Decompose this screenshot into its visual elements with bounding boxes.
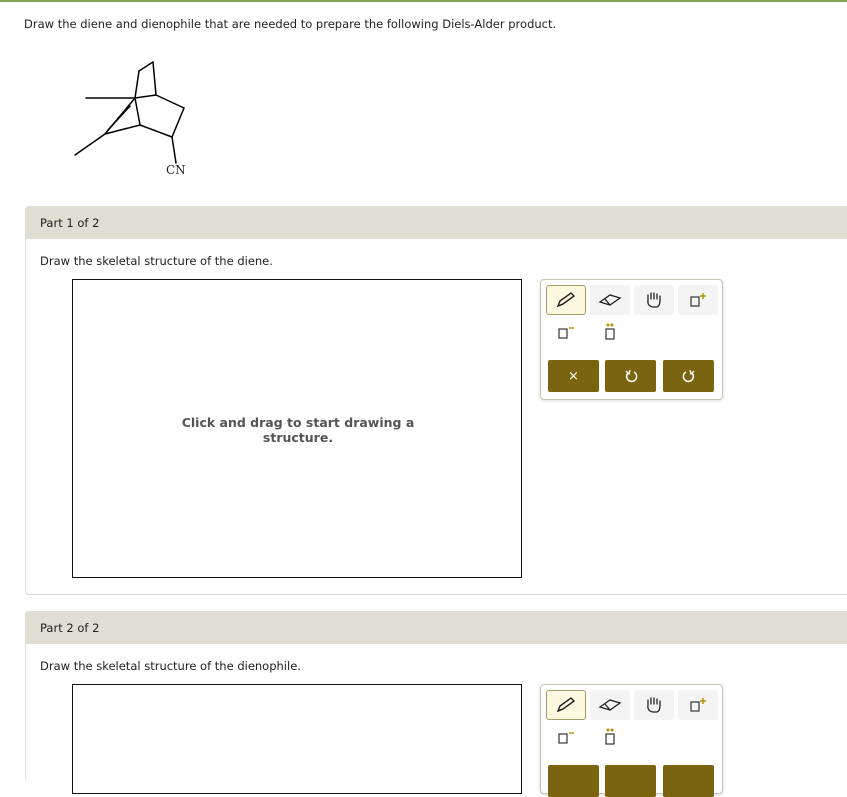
eraser-tool-button[interactable]	[590, 690, 630, 720]
pencil-icon	[556, 292, 576, 308]
part-2-instruction: Draw the skeletal structure of the dieno…	[40, 659, 301, 673]
part-1-header: Part 1 of 2	[26, 207, 847, 239]
part-2-header: Part 2 of 2	[26, 612, 847, 644]
undo-button[interactable]	[605, 360, 656, 392]
redo-button[interactable]	[663, 360, 714, 392]
dienophile-drawing-canvas[interactable]	[72, 684, 522, 794]
part-2-panel: Part 2 of 2 Draw the skeletal structure …	[25, 611, 847, 797]
move-tool-button[interactable]	[634, 285, 674, 315]
product-structure	[74, 61, 185, 164]
charge-minus-button[interactable]	[546, 317, 586, 347]
redo-button[interactable]	[663, 765, 714, 797]
undo-icon	[625, 369, 637, 383]
lone-pair-icon	[605, 728, 615, 745]
square-plus-icon	[690, 293, 706, 307]
hand-icon	[647, 697, 661, 713]
pencil-icon	[556, 697, 576, 713]
charge-plus-button[interactable]	[678, 690, 718, 720]
canvas-hint: Click and drag to start drawing a struct…	[181, 415, 415, 445]
drawing-toolbar: ×	[540, 279, 723, 400]
eraser-tool-button[interactable]	[590, 285, 630, 315]
pencil-tool-button[interactable]	[546, 285, 586, 315]
redo-icon	[682, 369, 694, 383]
diene-drawing-canvas[interactable]: Click and drag to start drawing a struct…	[72, 279, 522, 578]
clear-button[interactable]	[548, 765, 599, 797]
lone-pair-button[interactable]	[590, 722, 630, 752]
square-minus-icon	[558, 732, 574, 744]
lone-pair-icon	[605, 323, 615, 340]
square-plus-icon	[690, 698, 706, 712]
eraser-icon	[598, 699, 622, 711]
part-1-instruction: Draw the skeletal structure of the diene…	[40, 254, 273, 268]
hand-icon	[647, 292, 661, 308]
move-tool-button[interactable]	[634, 690, 674, 720]
clear-button[interactable]: ×	[548, 360, 599, 392]
charge-minus-button[interactable]	[546, 722, 586, 752]
pencil-tool-button[interactable]	[546, 690, 586, 720]
cn-label: CN	[166, 163, 186, 177]
drawing-toolbar-2	[540, 684, 723, 797]
eraser-icon	[598, 294, 622, 306]
question-text: Draw the diene and dienophile that are n…	[24, 17, 557, 31]
lone-pair-button[interactable]	[590, 317, 630, 347]
undo-button[interactable]	[605, 765, 656, 797]
square-minus-icon	[558, 327, 574, 339]
top-rule	[0, 0, 847, 2]
part-1-panel: Part 1 of 2 Draw the skeletal structure …	[25, 206, 847, 595]
charge-plus-button[interactable]	[678, 285, 718, 315]
